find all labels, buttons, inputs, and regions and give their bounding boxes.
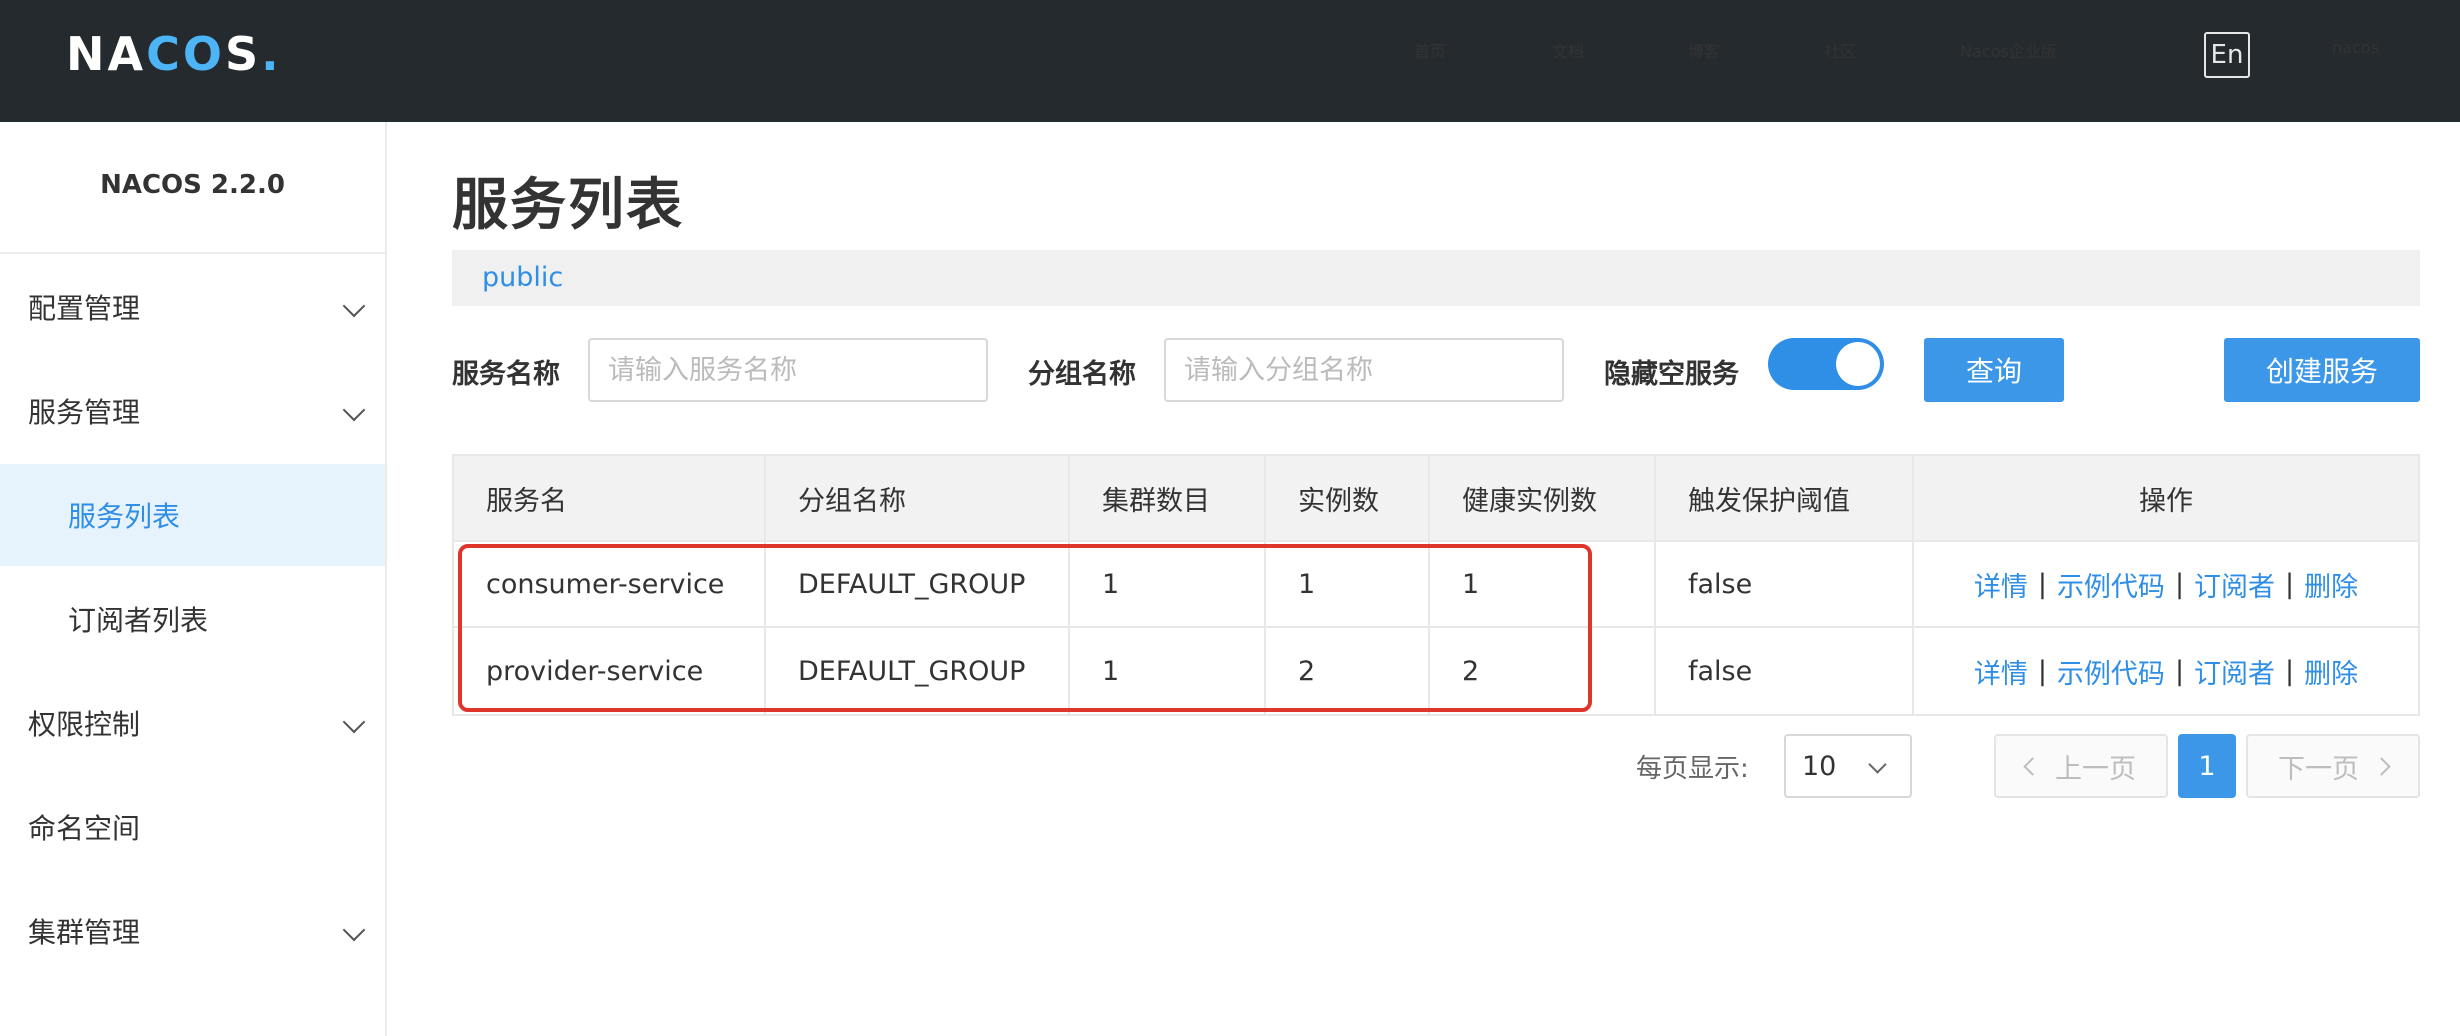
cell-operations: 详情 | 示例代码 | 订阅者 | 删除	[1912, 628, 2418, 714]
nav-blog[interactable]: 博客	[1688, 38, 1720, 62]
cell-cluster-count: 1	[1068, 628, 1264, 714]
version-label: NACOS 2.2.0	[100, 170, 285, 200]
top-navbar: NACOS. 首页 文档 博客 社区 Nacos企业版 En nacos	[0, 0, 2460, 122]
next-page-button[interactable]: 下一页	[2246, 734, 2420, 798]
details-link[interactable]: 详情	[1974, 652, 2028, 691]
sidebar-item-service-list[interactable]: 服务列表	[0, 464, 385, 566]
details-link[interactable]: 详情	[1974, 565, 2028, 604]
sidebar-item-cluster-management[interactable]: 集群管理	[0, 880, 385, 982]
group-name-input[interactable]	[1164, 338, 1564, 402]
prev-page-button[interactable]: 上一页	[1994, 734, 2168, 798]
chevron-down-icon	[342, 918, 366, 942]
user-menu[interactable]: nacos	[2332, 38, 2379, 57]
nav-home[interactable]: 首页	[1414, 38, 1446, 62]
page-title: 服务列表	[452, 173, 684, 238]
sidebar-item-subscriber-list[interactable]: 订阅者列表	[0, 568, 385, 670]
cell-healthy-instance-count: 2	[1428, 628, 1654, 714]
cell-instance-count: 1	[1264, 542, 1428, 626]
sidebar-item-access-control[interactable]: 权限控制	[0, 672, 385, 774]
query-button[interactable]: 查询	[1924, 338, 2064, 402]
sidebar: NACOS 2.2.0 配置管理 服务管理 服务列表 订阅者列表 权限控制 命名…	[0, 122, 387, 1036]
page-size-label: 每页显示:	[1636, 754, 1749, 784]
table-row: provider-service DEFAULT_GROUP 1 2 2 fal…	[454, 628, 2418, 714]
page-size-value: 10	[1802, 750, 1837, 782]
sidebar-item-label: 集群管理	[28, 916, 141, 949]
cell-protect-threshold: false	[1654, 628, 1912, 714]
subscribers-link[interactable]: 订阅者	[2194, 652, 2275, 691]
sidebar-item-config-management[interactable]: 配置管理	[0, 256, 385, 358]
cell-cluster-count: 1	[1068, 542, 1264, 626]
column-header-operations: 操作	[1912, 456, 2418, 540]
table-header-row: 服务名 分组名称 集群数目 实例数 健康实例数 触发保护阈值 操作	[454, 456, 2418, 542]
sidebar-item-service-management[interactable]: 服务管理	[0, 360, 385, 462]
page-1-button[interactable]: 1	[2178, 734, 2236, 798]
sidebar-divider	[0, 252, 385, 254]
namespace-public-link[interactable]: public	[482, 262, 563, 293]
service-name-input[interactable]	[588, 338, 988, 402]
hide-empty-services-toggle[interactable]	[1768, 338, 1884, 390]
sidebar-item-label: 命名空间	[28, 812, 141, 845]
create-service-button[interactable]: 创建服务	[2224, 338, 2420, 402]
separator: |	[2037, 568, 2047, 600]
namespace-bar: public	[452, 250, 2420, 306]
chevron-down-icon	[1868, 755, 1887, 774]
language-switch-button[interactable]: En	[2204, 32, 2250, 78]
delete-link[interactable]: 删除	[2304, 652, 2358, 691]
group-name-label: 分组名称	[1028, 359, 1136, 390]
column-header-healthy-instance-count: 健康实例数	[1428, 456, 1654, 540]
cell-service-name: consumer-service	[486, 568, 725, 600]
column-header-protect-threshold: 触发保护阈值	[1654, 456, 1912, 540]
sidebar-item-label: 服务管理	[28, 396, 141, 429]
page-size-select[interactable]: 10	[1784, 734, 1912, 798]
cell-instance-count: 2	[1264, 628, 1428, 714]
sidebar-item-label: 服务列表	[68, 500, 181, 533]
toggle-knob	[1836, 342, 1880, 386]
nav-enterprise[interactable]: Nacos企业版	[1960, 38, 2057, 62]
separator: |	[2174, 655, 2185, 687]
cell-group-name: DEFAULT_GROUP	[764, 628, 1068, 714]
separator: |	[2174, 568, 2185, 600]
prev-page-label: 上一页	[2055, 753, 2136, 785]
column-header-service-name: 服务名	[486, 485, 567, 517]
sidebar-item-label: 权限控制	[28, 708, 141, 741]
delete-link[interactable]: 删除	[2304, 565, 2358, 604]
chevron-down-icon	[342, 398, 366, 422]
sample-code-link[interactable]: 示例代码	[2057, 565, 2165, 604]
service-table: 服务名 分组名称 集群数目 实例数 健康实例数 触发保护阈值 操作 consum…	[452, 454, 2420, 716]
sidebar-item-label: 订阅者列表	[68, 604, 209, 637]
subscribers-link[interactable]: 订阅者	[2194, 565, 2275, 604]
cell-healthy-instance-count: 1	[1428, 542, 1654, 626]
chevron-left-icon	[2023, 756, 2042, 776]
nav-community[interactable]: 社区	[1824, 38, 1856, 62]
sidebar-item-label: 配置管理	[28, 292, 141, 325]
cell-operations: 详情 | 示例代码 | 订阅者 | 删除	[1912, 542, 2418, 626]
separator: |	[2037, 655, 2047, 687]
column-header-instance-count: 实例数	[1264, 456, 1428, 540]
nacos-logo[interactable]: NACOS.	[66, 27, 282, 81]
chevron-right-icon	[2372, 756, 2391, 776]
cell-protect-threshold: false	[1654, 542, 1912, 626]
sample-code-link[interactable]: 示例代码	[2057, 652, 2165, 691]
logo-text: NACOS.	[66, 27, 282, 81]
hide-empty-services-label: 隐藏空服务	[1604, 359, 1739, 390]
separator: |	[2285, 655, 2295, 687]
next-page-label: 下一页	[2278, 753, 2359, 785]
column-header-cluster-count: 集群数目	[1068, 456, 1264, 540]
column-header-group-name: 分组名称	[764, 456, 1068, 540]
chevron-down-icon	[342, 294, 366, 318]
nav-docs[interactable]: 文档	[1552, 38, 1584, 62]
table-row: consumer-service DEFAULT_GROUP 1 1 1 fal…	[454, 542, 2418, 628]
separator: |	[2285, 568, 2295, 600]
cell-group-name: DEFAULT_GROUP	[764, 542, 1068, 626]
cell-service-name: provider-service	[486, 655, 704, 687]
chevron-down-icon	[342, 710, 366, 734]
sidebar-item-namespace[interactable]: 命名空间	[0, 776, 385, 878]
service-name-label: 服务名称	[452, 359, 560, 390]
